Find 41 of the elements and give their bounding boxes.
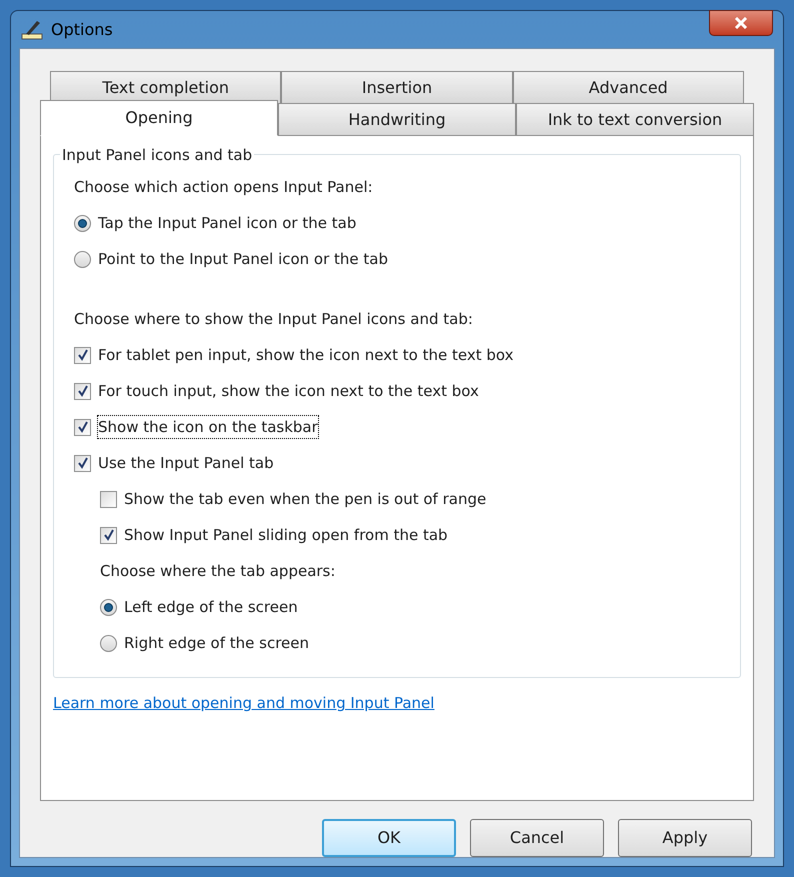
checkbox[interactable] (74, 346, 91, 364)
option-label: For touch input, show the icon next to the text box (98, 380, 479, 402)
section-label: Choose which action opens Input Panel: (74, 176, 373, 198)
option-label: Point to the Input Panel icon or the tab (98, 248, 388, 270)
option-label: Show the icon on the taskbar (98, 416, 318, 438)
close-button[interactable] (709, 10, 773, 36)
dialog-button[interactable]: OK (322, 819, 456, 857)
checkmark-icon (76, 385, 88, 397)
help-link[interactable]: Learn more about opening and moving Input Panel (53, 694, 434, 712)
option-label: For tablet pen input, show the icon next to the text box (98, 344, 514, 366)
checkmark-icon (76, 421, 88, 433)
checkbox[interactable] (100, 526, 117, 544)
checkmark-icon (76, 457, 88, 469)
option-label: Right edge of the screen (124, 632, 310, 654)
option-label: Left edge of the screen (124, 596, 298, 618)
checkmark-icon (76, 349, 88, 361)
radio-button[interactable] (100, 598, 117, 616)
pen-icon (21, 18, 43, 40)
dialog-button[interactable]: Apply (618, 819, 752, 857)
checkbox[interactable] (74, 418, 91, 436)
option-label: Show the tab even when the pen is out of range (124, 488, 486, 510)
checkbox[interactable] (74, 454, 91, 472)
tab[interactable]: Opening (40, 100, 278, 136)
tab[interactable]: Handwriting (278, 103, 516, 136)
checkbox[interactable] (100, 490, 117, 508)
section-label: Choose where the tab appears: (100, 560, 336, 582)
option-label: Tap the Input Panel icon or the tab (98, 212, 356, 234)
radio-button[interactable] (100, 634, 117, 652)
checkbox[interactable] (74, 382, 91, 400)
dialog-button[interactable]: Cancel (470, 819, 604, 857)
tab[interactable]: Insertion (281, 71, 513, 104)
radio-button[interactable] (74, 250, 91, 268)
close-icon (734, 16, 748, 28)
tab[interactable]: Ink to text conversion (516, 103, 754, 136)
radio-button[interactable] (74, 214, 91, 232)
option-label: Use the Input Panel tab (98, 452, 274, 474)
checkmark-icon (102, 529, 114, 541)
tab[interactable]: Advanced (512, 71, 744, 104)
window-title: Options (51, 18, 113, 40)
section-label: Choose where to show the Input Panel icons and tab: (74, 308, 473, 330)
option-label: Show Input Panel sliding open from the tab (124, 524, 448, 546)
